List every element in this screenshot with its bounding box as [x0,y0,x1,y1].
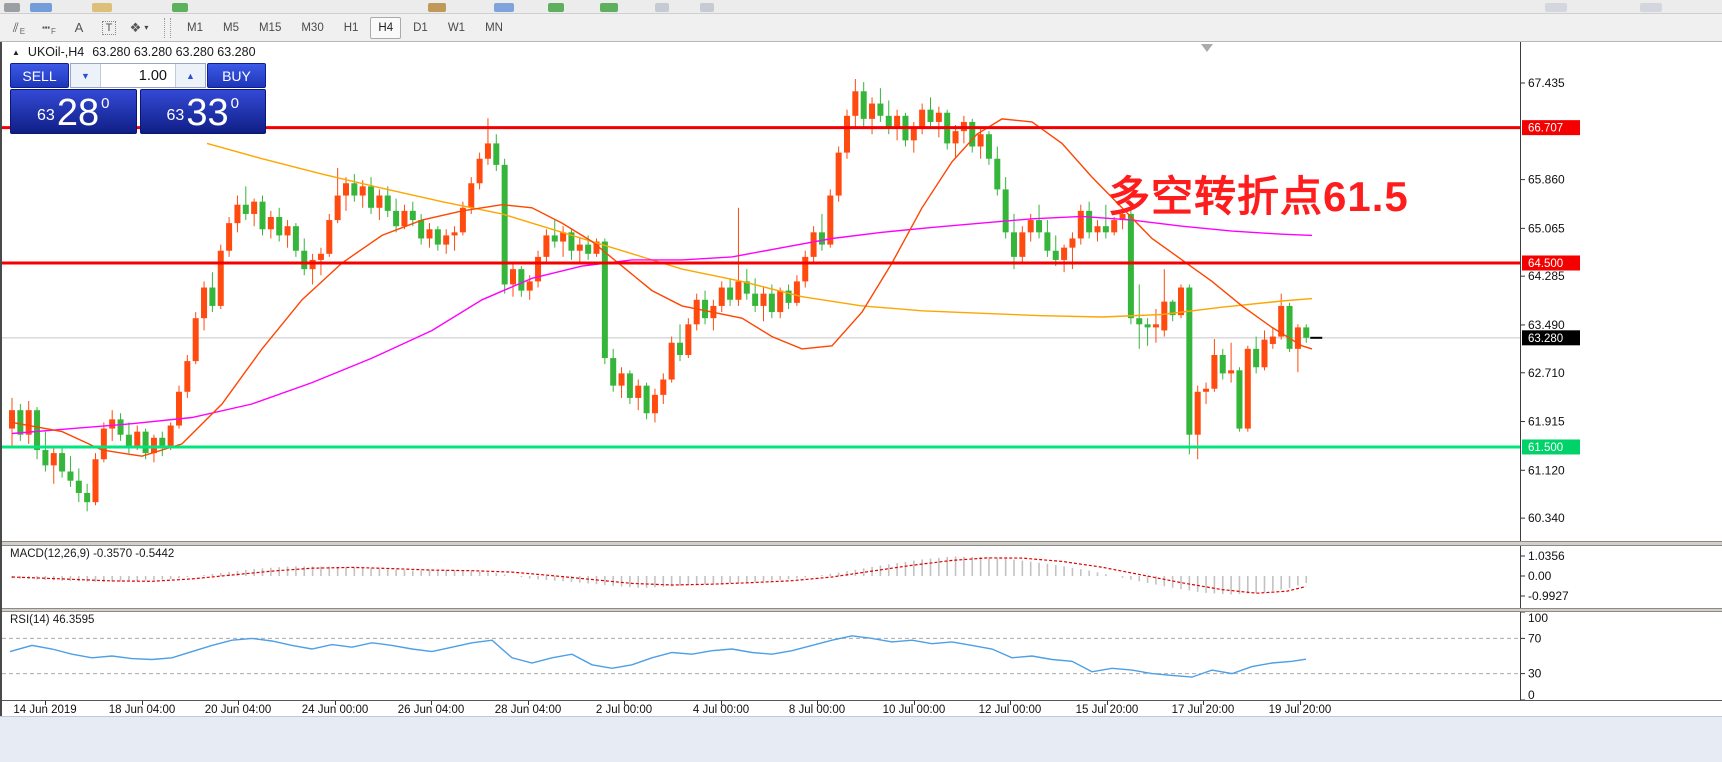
price-axis-label: 61.915 [1528,415,1565,429]
macd-scale-label: 0.00 [1528,569,1552,583]
time-axis-label: 10 Jul 00:00 [882,704,946,716]
toolbar-fragment-icon[interactable] [548,3,564,12]
rsi-scale-label: 30 [1528,667,1542,681]
chart-window: ▲ UKOil-,H4 63.280 63.280 63.280 63.280 … [0,42,1722,718]
chart-annotation-text[interactable]: 多空转折点61.5 [1108,163,1409,224]
volume-input[interactable]: 1.00 [101,64,175,87]
volume-spinner: ▼ 1.00 ▲ [70,63,206,88]
fibonacci-tool-button[interactable]: ┅ F [36,17,62,39]
time-axis-label: 2 Jul 00:00 [595,704,653,716]
current-price-label: 63.280 [1528,333,1563,345]
toolbar-fragment-icon[interactable] [1640,3,1662,12]
price-axis-label: 65.065 [1528,221,1565,235]
toolbar-fragment-icon[interactable] [4,3,20,12]
buy-price-pips: 33 [186,92,229,134]
sell-price-pips: 28 [56,92,100,134]
price-tag-label: 66.707 [1528,123,1563,135]
toolbar-fragment-icon[interactable] [428,3,446,12]
toolbar-fragment-icon[interactable] [700,3,714,12]
bottom-status-strip [0,716,1722,762]
toolbar-fragment-icon[interactable] [172,3,188,12]
macd-histogram [11,556,1308,595]
rsi-scale-label: 70 [1528,631,1542,645]
rsi-line [9,635,1307,678]
timeframe-w1-button[interactable]: W1 [440,17,473,39]
macd-signal-line [11,557,1307,594]
price-axis-label: 67.435 [1528,76,1565,90]
text-label-tool-button[interactable]: T [96,17,122,39]
timeframe-h4-button[interactable]: H4 [370,16,402,39]
toolbar-fragment-icon[interactable] [1545,3,1567,12]
time-axis-label: 15 Jul 20:00 [1075,704,1139,716]
sell-button[interactable]: SELL [10,63,69,88]
price-axis-label: 64.285 [1528,269,1565,283]
timeframe-m15-button[interactable]: M15 [251,17,289,39]
mt4-terminal: ⫽ E ┅ F A T ❖ ▾ M1 M5 M15 M30 H1 H4 D1 W1 MN ▲ UKOil-,H… [0,0,1722,762]
buy-price-pipette: 0 [230,95,239,112]
time-axis-label: 12 Jul 00:00 [978,704,1042,716]
toolbar-fragment-icon[interactable] [655,3,669,12]
buy-price-display[interactable]: 63 33 0 [139,89,266,134]
toolbar-fragment-icon[interactable] [600,3,618,12]
time-axis-label: 28 Jun 04:00 [494,704,562,716]
sell-price-pipette: 0 [101,95,110,112]
time-axis-label: 17 Jul 20:00 [1171,704,1235,716]
timeframe-buttons-group: M1 M5 M15 M30 H1 H4 D1 W1 MN [177,16,513,39]
macd-scale-label: -0.9927 [1528,589,1569,603]
volume-increase-button[interactable]: ▲ [175,64,205,87]
rsi-pane[interactable]: 100 70 30 0 [2,612,1722,700]
toolbar-timeframes-row: ⫽ E ┅ F A T ❖ ▾ M1 M5 M15 M30 H1 H4 D1 W1 MN [0,14,1722,42]
toolbar-grip[interactable] [164,17,171,38]
price-axis-label: 61.120 [1528,463,1565,477]
timeframe-m1-button[interactable]: M1 [179,17,211,39]
price-axis-label: 63.490 [1528,318,1565,332]
sell-price-display[interactable]: 63 28 0 [10,89,137,134]
time-axis-label: 19 Jul 20:00 [1268,704,1332,716]
buy-button[interactable]: BUY [207,63,266,88]
time-axis-label: 18 Jun 04:00 [108,704,176,716]
rsi-scale-label: 0 [1528,688,1535,700]
text-tool-button[interactable]: A [66,17,92,39]
timeframe-d1-button[interactable]: D1 [405,17,436,39]
toolbar-fragment-icon[interactable] [92,3,112,12]
toolbar-fragment-icon[interactable] [494,3,514,12]
ma-medium-magenta [11,215,1313,435]
price-tag-label: 61.500 [1528,442,1563,454]
timeframe-m30-button[interactable]: M30 [293,17,331,39]
drawing-tools-group: ⫽ E ┅ F A T ❖ ▾ [4,17,154,39]
time-axis-label: 14 Jun 2019 [13,704,77,716]
time-axis-label: 24 Jun 00:00 [301,704,369,716]
timeframe-mn-button[interactable]: MN [477,17,511,39]
sell-price-whole: 63 [37,107,55,124]
price-axis-label: 65.860 [1528,173,1565,187]
time-axis-label: 26 Jun 04:00 [397,704,465,716]
price-axis-label: 62.710 [1528,366,1565,380]
one-click-trading-panel: SELL ▼ 1.00 ▲ BUY 63 28 0 63 33 0 [10,63,266,134]
macd-title: MACD(12,26,9) -0.3570 -0.5442 [10,548,175,560]
chart-shift-marker-icon[interactable] [1201,44,1213,52]
toolbar-fragment-icon[interactable] [30,3,52,12]
buy-price-whole: 63 [166,107,185,124]
toolbar-top-row-clipped [0,0,1722,14]
arrows-tool-button[interactable]: ❖ ▾ [126,17,152,39]
macd-scale-label: 1.0356 [1528,549,1565,563]
time-axis-label: 4 Jul 00:00 [692,704,750,716]
macd-pane[interactable]: 1.0356 0.00 -0.9927 [2,546,1722,608]
timeframe-m5-button[interactable]: M5 [215,17,247,39]
rsi-scale-label: 100 [1528,612,1548,625]
time-axis-label: 8 Jul 00:00 [788,704,846,716]
equidistant-channel-tool-button[interactable]: ⫽ E [6,17,32,39]
volume-decrease-button[interactable]: ▼ [71,64,101,87]
price-axis-label: 60.340 [1528,511,1565,525]
timeframe-h1-button[interactable]: H1 [336,17,367,39]
rsi-title: RSI(14) 46.3595 [10,614,95,626]
time-axis-label: 20 Jun 04:00 [204,704,272,716]
